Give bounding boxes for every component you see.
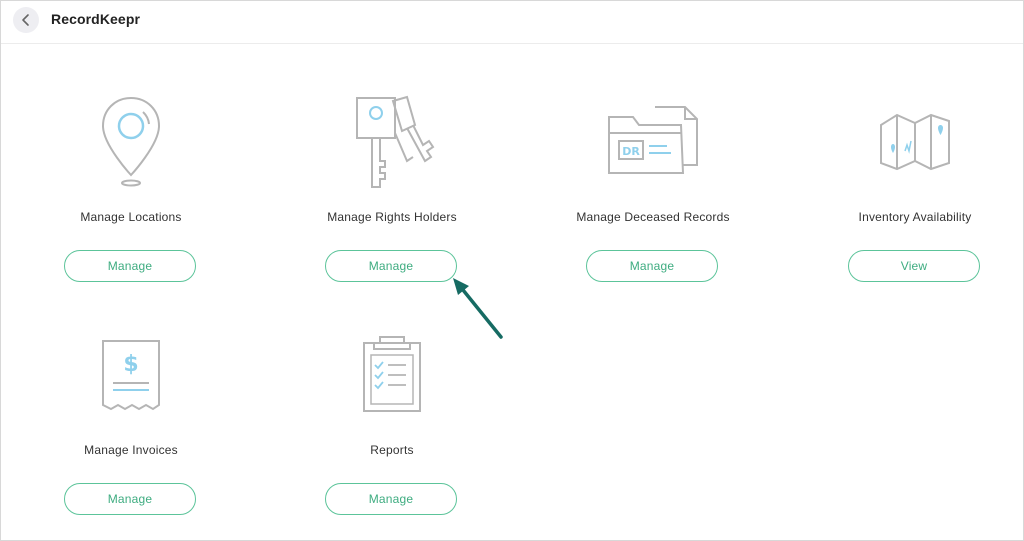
svg-text:$: $ (123, 352, 138, 377)
clipboard-checklist-icon (363, 336, 421, 412)
card-label: Inventory Availability (858, 210, 972, 224)
map-pin-icon (101, 96, 161, 187)
card-label: Manage Invoices (84, 443, 178, 457)
card-label: Manage Locations (80, 210, 182, 224)
back-button[interactable] (13, 7, 39, 33)
card-label: Manage Rights Holders (327, 210, 457, 224)
dr-folder-icon: DR (608, 106, 698, 174)
invoice-receipt-icon: $ (102, 340, 160, 411)
manage-deceased-records-button[interactable]: Manage (586, 250, 718, 282)
card-label: Reports (370, 443, 414, 457)
keys-icon (356, 95, 435, 188)
card-label: Manage Deceased Records (576, 210, 730, 224)
manage-invoices-button[interactable]: Manage (64, 483, 196, 515)
app-title: RecordKeepr (51, 11, 141, 27)
top-bar: RecordKeepr (1, 1, 1023, 44)
folded-map-icon (880, 113, 950, 171)
manage-rights-holders-button[interactable]: Manage (325, 250, 457, 282)
manage-locations-button[interactable]: Manage (64, 250, 196, 282)
annotation-arrow-icon (453, 278, 503, 339)
svg-text:DR: DR (622, 145, 640, 158)
reports-manage-button[interactable]: Manage (325, 483, 457, 515)
app-window: RecordKeepr Manage Locations Manage Mana… (0, 0, 1024, 541)
chevron-left-icon (22, 14, 29, 26)
inventory-availability-view-button[interactable]: View (848, 250, 980, 282)
